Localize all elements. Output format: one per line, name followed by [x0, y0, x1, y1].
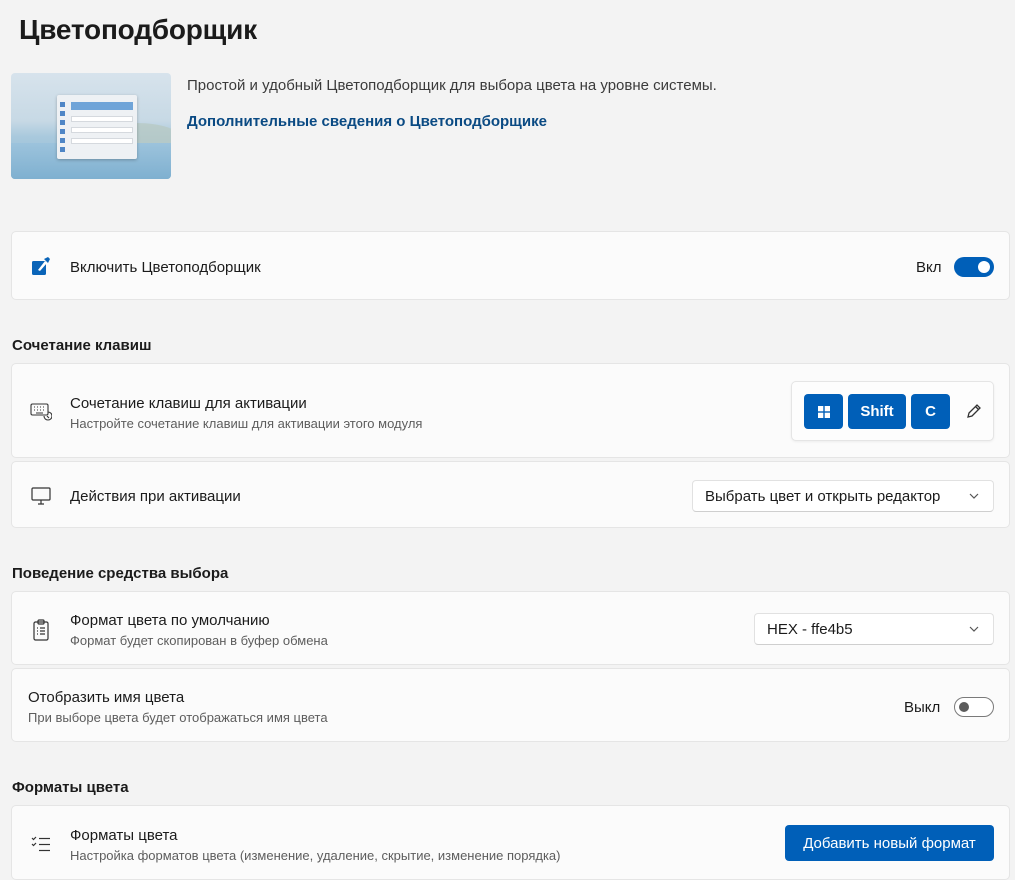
show-color-name-card: Отобразить имя цвета При выборе цвета бу… — [11, 668, 1010, 742]
pencil-icon — [967, 404, 981, 418]
color-formats-card: Форматы цвета Настройка форматов цвета (… — [11, 805, 1010, 880]
windows-key — [804, 394, 843, 429]
default-format-dropdown[interactable]: HEX - ffe4b5 — [754, 613, 994, 645]
section-heading-shortcut: Сочетание клавиш — [12, 337, 152, 354]
chevron-down-icon — [969, 493, 979, 499]
enable-toggle[interactable] — [954, 257, 994, 277]
activation-action-selected: Выбрать цвет и открыть редактор — [705, 487, 941, 505]
hero-image — [11, 73, 171, 179]
learn-more-link[interactable]: Дополнительные сведения о Цветоподборщик… — [187, 113, 547, 130]
clipboard-icon — [30, 619, 52, 641]
monitor-icon — [30, 485, 52, 507]
default-format-title: Формат цвета по умолчанию — [70, 612, 270, 629]
shift-key: Shift — [848, 394, 906, 429]
activation-shortcut-title: Сочетание клавиш для активации — [70, 395, 307, 412]
page-title: Цветоподборщик — [19, 14, 257, 45]
color-formats-subtitle: Настройка форматов цвета (изменение, уда… — [70, 848, 561, 863]
shortcut-keys-box: Shift C — [791, 381, 994, 441]
default-format-card: Формат цвета по умолчанию Формат будет с… — [11, 591, 1010, 665]
hero-description: Простой и удобный Цветоподборщик для выб… — [187, 77, 717, 94]
activation-shortcut-subtitle: Настройте сочетание клавиш для активации… — [70, 416, 423, 431]
show-color-name-toggle[interactable] — [954, 697, 994, 717]
enable-label: Включить Цветоподборщик — [70, 259, 261, 276]
show-color-name-title: Отобразить имя цвета — [28, 689, 185, 706]
keyboard-icon — [30, 400, 52, 422]
chevron-down-icon — [969, 626, 979, 632]
show-color-name-subtitle: При выборе цвета будет отображаться имя … — [28, 710, 328, 725]
section-heading-formats: Форматы цвета — [12, 779, 129, 796]
default-format-selected: HEX - ffe4b5 — [767, 620, 853, 638]
activation-action-card: Действия при активации Выбрать цвет и от… — [11, 461, 1010, 528]
windows-icon — [817, 405, 830, 418]
edit-shortcut-button[interactable] — [964, 401, 986, 423]
color-formats-title: Форматы цвета — [70, 827, 178, 844]
color-picker-icon — [30, 255, 52, 277]
checklist-icon — [30, 833, 52, 855]
show-color-name-state-label: Выкл — [904, 699, 941, 716]
activation-action-title: Действия при активации — [70, 488, 241, 505]
activation-action-dropdown[interactable]: Выбрать цвет и открыть редактор — [692, 480, 994, 512]
activation-shortcut-card: Сочетание клавиш для активации Настройте… — [11, 363, 1010, 458]
enable-state-label: Вкл — [916, 259, 942, 276]
c-key: C — [911, 394, 950, 429]
default-format-subtitle: Формат будет скопирован в буфер обмена — [70, 633, 328, 648]
enable-card: Включить Цветоподборщик Вкл — [11, 231, 1010, 300]
add-new-format-button[interactable]: Добавить новый формат — [785, 825, 994, 861]
section-heading-picker: Поведение средства выбора — [12, 565, 229, 582]
